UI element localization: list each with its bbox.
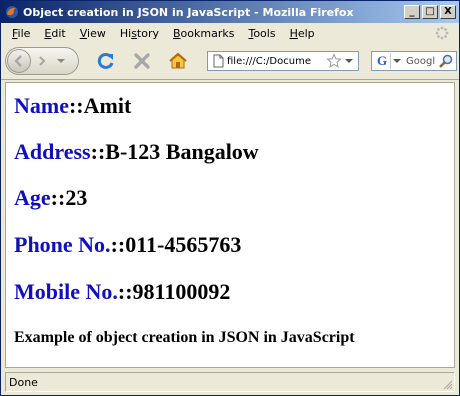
stop-icon [134,53,150,69]
close-icon: X [444,6,452,17]
record-mobile: Mobile No.::981100092 [14,279,230,305]
firefox-icon [6,6,18,18]
navigation-toolbar: file:///C:/Docume G Googl [1,43,459,80]
search-engine-dropdown-icon[interactable] [393,58,401,64]
forward-button[interactable] [31,50,53,72]
status-bar: Done [5,372,455,392]
back-button[interactable] [7,49,31,73]
throbber-icon [435,26,449,40]
stop-button[interactable] [129,48,155,74]
google-icon[interactable]: G [374,53,391,69]
record-separator: :: [90,139,106,164]
minimize-button[interactable]: _ [404,5,420,19]
menu-edit[interactable]: Edit [37,27,72,40]
title-bar[interactable]: Object creation in JSON in JavaScript - … [1,1,459,23]
record-address: Address::B-123 Bangalow [14,139,259,165]
maximize-button[interactable]: □ [422,5,438,19]
menu-bookmarks[interactable]: Bookmarks [166,27,241,40]
reload-icon [97,52,114,69]
menu-history[interactable]: History [113,27,166,40]
star-icon[interactable] [326,53,342,69]
close-button[interactable]: X [440,5,456,19]
record-phone: Phone No.::011-4565763 [14,232,241,258]
record-value: B-123 Bangalow [105,139,259,164]
url-bar[interactable]: file:///C:/Docume [207,51,359,71]
browser-window: Object creation in JSON in JavaScript - … [0,0,460,396]
menu-file[interactable]: File [5,27,37,40]
record-key: Name [14,93,69,118]
maximize-icon: □ [425,6,435,17]
menu-view[interactable]: View [73,27,113,40]
home-icon [169,52,187,69]
back-forward-group [5,47,79,75]
search-bar[interactable]: G Googl [371,51,457,71]
page-content: Name::Amit Address::B-123 Bangalow Age::… [5,82,455,368]
record-separator: :: [110,232,126,257]
url-text: file:///C:/Docume [227,55,311,67]
history-dropdown-button[interactable] [53,50,69,72]
record-key: Phone No. [14,232,111,257]
menu-tools[interactable]: Tools [241,27,282,40]
record-separator: :: [50,185,66,210]
record-separator: :: [117,279,133,304]
page-heading: Example of object creation in JSON in Ja… [14,329,355,346]
reload-button[interactable] [93,48,119,74]
record-separator: :: [68,93,84,118]
home-button[interactable] [165,48,191,74]
search-input[interactable]: Googl [403,56,438,67]
dropdown-icon [57,59,65,63]
record-value: 981100092 [132,279,231,304]
menu-help[interactable]: Help [283,27,322,40]
record-age: Age::23 [14,185,87,211]
record-value: 23 [65,185,88,210]
record-value: 011-4565763 [125,232,242,257]
status-text: Done [9,375,38,389]
page-icon [213,54,224,68]
record-key: Age [14,185,51,210]
minimize-icon: _ [409,6,415,17]
back-icon [14,55,22,67]
resize-grip-icon[interactable] [441,378,453,390]
record-value: Amit [83,93,132,118]
window-title: Object creation in JSON in JavaScript - … [23,5,354,19]
search-icon[interactable] [438,53,454,69]
menu-bar: File Edit View History Bookmarks Tools H… [1,23,459,43]
record-name: Name::Amit [14,93,131,119]
url-dropdown-icon[interactable] [344,57,354,65]
forward-icon [39,56,46,66]
record-key: Address [14,139,91,164]
record-key: Mobile No. [14,279,118,304]
